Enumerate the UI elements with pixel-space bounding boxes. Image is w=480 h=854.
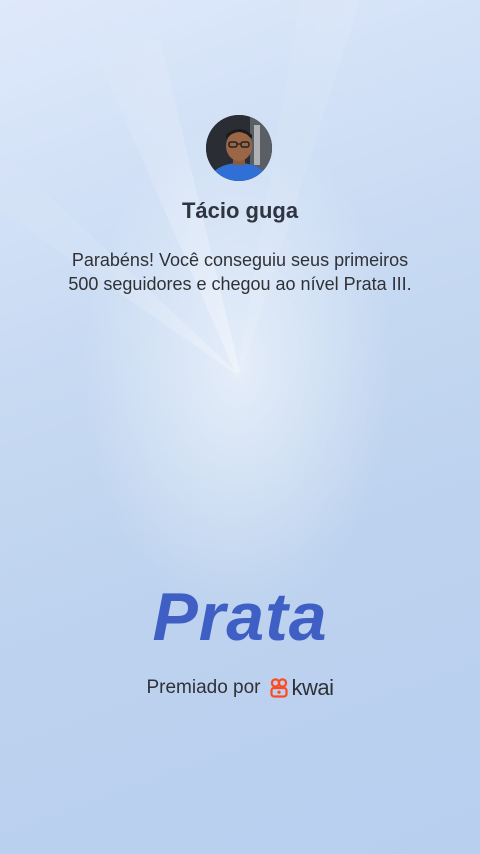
congratulations-message: Parabéns! Você conseguiu seus primeiros … — [40, 248, 440, 296]
user-photo-icon — [206, 115, 272, 181]
kwai-logo-icon — [269, 678, 288, 698]
avatar[interactable] — [206, 115, 272, 181]
level-title: Prata — [152, 579, 328, 655]
awarded-by: Premiado por kwai — [0, 675, 480, 701]
awarded-by-label: Premiado por — [146, 677, 261, 698]
message-line-1: Parabéns! Você conseguiu seus primeiros — [71, 250, 409, 270]
kwai-brand-name: kwai — [291, 675, 335, 700]
message-line-2: 500 seguidores e chegou ao nível Prata I… — [68, 274, 412, 294]
user-name: Tácio guga — [181, 198, 299, 223]
